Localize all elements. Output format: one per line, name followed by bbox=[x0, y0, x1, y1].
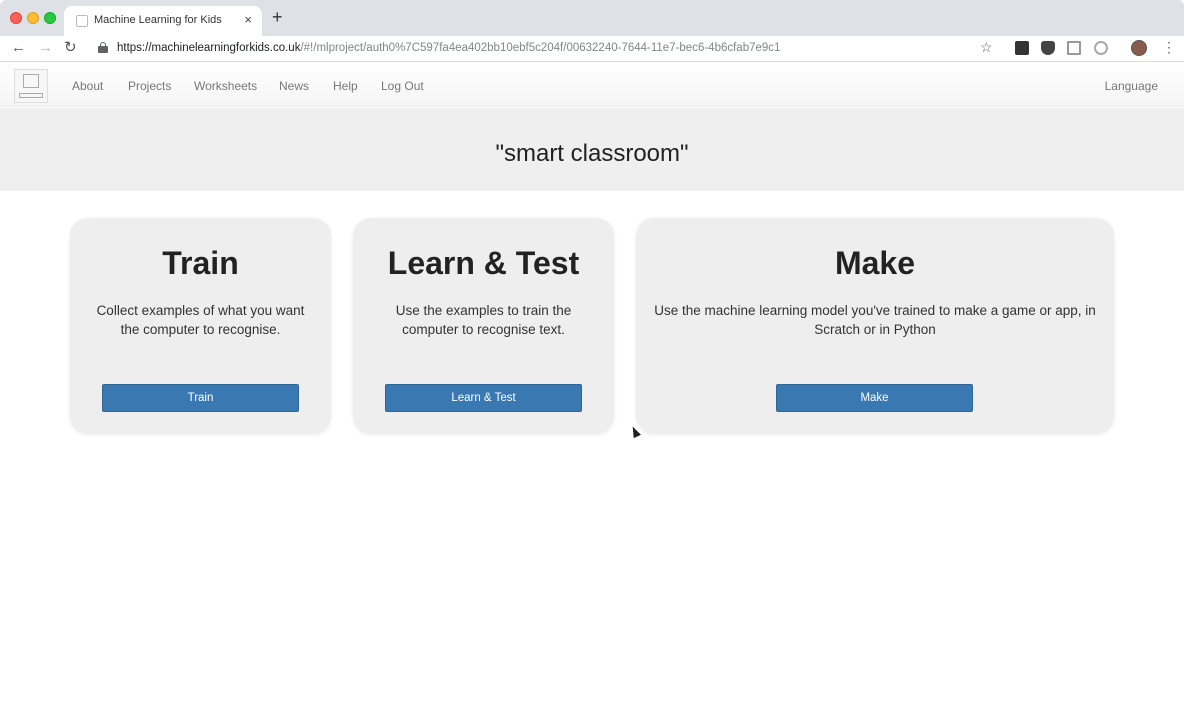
browser-tab[interactable]: Machine Learning for Kids × bbox=[64, 6, 262, 36]
card-description: Collect examples of what you want the co… bbox=[96, 303, 305, 337]
nav-link-worksheets[interactable]: Worksheets bbox=[194, 79, 257, 93]
pocket-icon[interactable] bbox=[1041, 41, 1055, 55]
card-title: Learn & Test bbox=[387, 245, 580, 281]
site-navbar: About Projects Worksheets News Help Log … bbox=[0, 63, 1184, 107]
new-tab-button[interactable]: + bbox=[272, 8, 283, 26]
make-button[interactable]: Make bbox=[776, 384, 973, 412]
card-title: Train bbox=[162, 245, 239, 281]
browser-menu-icon[interactable]: ⋮ bbox=[1162, 39, 1176, 55]
extension-icon[interactable] bbox=[1015, 41, 1029, 55]
train-card: Train Collect examples of what you want … bbox=[70, 218, 331, 434]
learn-test-card: Learn & Test Use the examples to train t… bbox=[353, 218, 614, 434]
lock-icon[interactable] bbox=[98, 42, 108, 53]
language-selector[interactable]: Language bbox=[1105, 79, 1158, 93]
learn-test-button[interactable]: Learn & Test bbox=[385, 384, 582, 412]
card-description: Use the examples to train the computer t… bbox=[395, 303, 572, 337]
url-host: https://machinelearningforkids.co.uk bbox=[117, 42, 301, 54]
close-tab-icon[interactable]: × bbox=[244, 12, 252, 27]
favicon-icon bbox=[76, 15, 88, 27]
tab-title: Machine Learning for Kids bbox=[94, 14, 222, 26]
nav-link-help[interactable]: Help bbox=[333, 79, 358, 93]
browser-toolbar: ← → ↻ https://machinelearningforkids.co.… bbox=[0, 36, 1184, 62]
nav-link-logout[interactable]: Log Out bbox=[381, 79, 424, 93]
address-bar[interactable]: https://machinelearningforkids.co.uk/#!/… bbox=[117, 42, 780, 54]
card-title: Make bbox=[834, 245, 916, 281]
page-title: "smart classroom" bbox=[495, 140, 689, 167]
card-description: Use the machine learning model you've tr… bbox=[654, 303, 1096, 337]
nav-link-about[interactable]: About bbox=[72, 79, 103, 93]
make-card: Make Use the machine learning model you'… bbox=[636, 218, 1114, 434]
nav-link-news[interactable]: News bbox=[279, 79, 309, 93]
profile-avatar[interactable] bbox=[1131, 40, 1147, 56]
bookmark-star-icon[interactable]: ☆ bbox=[980, 39, 993, 56]
url-path: /#!/mlproject/auth0%7C597fa4ea402bb10ebf… bbox=[300, 42, 781, 54]
extension-circle-icon[interactable] bbox=[1094, 41, 1108, 55]
train-button[interactable]: Train bbox=[102, 384, 299, 412]
browser-tab-bar: Machine Learning for Kids × + bbox=[0, 0, 1184, 36]
maximize-window-button[interactable] bbox=[44, 12, 56, 24]
reload-icon[interactable]: ↻ bbox=[64, 39, 77, 57]
forward-arrow-icon[interactable]: → bbox=[38, 39, 53, 57]
back-arrow-icon[interactable]: ← bbox=[11, 39, 26, 57]
close-window-button[interactable] bbox=[10, 12, 22, 24]
minimize-window-button[interactable] bbox=[27, 12, 39, 24]
nav-link-projects[interactable]: Projects bbox=[128, 79, 171, 93]
site-logo[interactable] bbox=[14, 69, 48, 103]
cast-icon[interactable] bbox=[1067, 41, 1081, 55]
